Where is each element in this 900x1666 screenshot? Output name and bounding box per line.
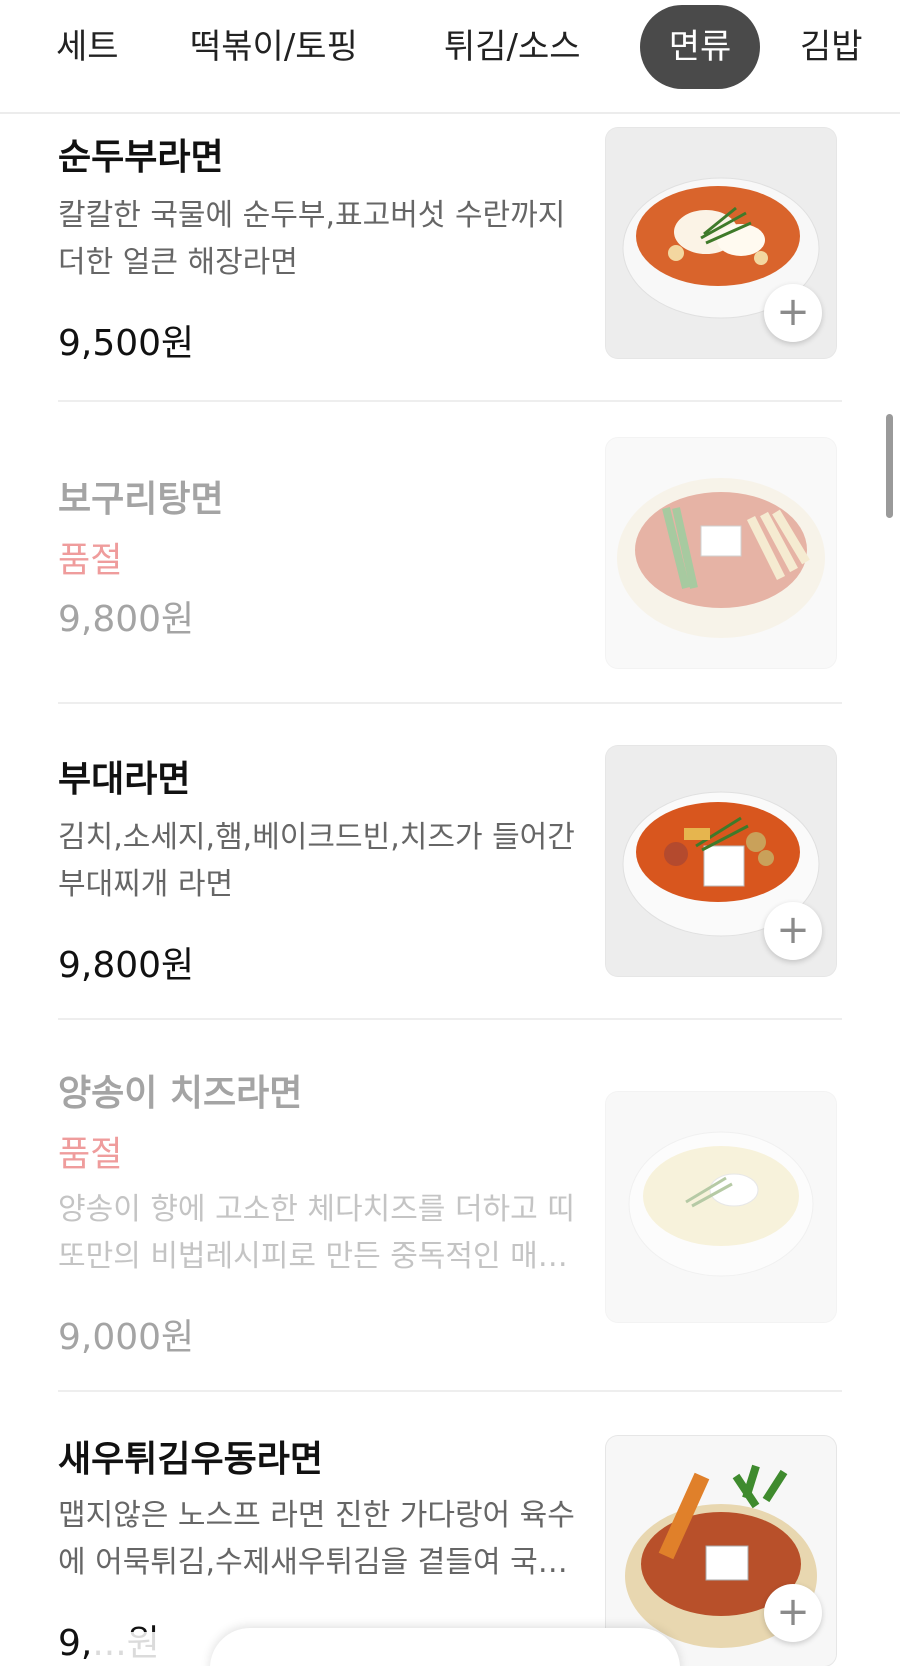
tab-noodles[interactable]: 면류: [640, 5, 760, 89]
mushroom-cheese-ramen-bowl-image[interactable]: [606, 1092, 836, 1322]
menu-item-price: 9,500원: [58, 323, 195, 364]
menu-item[interactable]: 부대라면 김치,소세지,햄,베이크드빈,치즈가 들어간 부대찌개 라면 9,80…: [58, 704, 842, 1020]
menu-item-price: 9,800원: [58, 599, 195, 640]
sundubu-ramen-bowl-image[interactable]: +: [606, 128, 836, 358]
menu-item-name: 보구리탕면: [58, 479, 224, 520]
menu-item-description: 김치,소세지,햄,베이크드빈,치즈가 들어간 부대찌개 라면: [58, 820, 575, 902]
tab-fried-sauce[interactable]: 튀김/소스: [444, 5, 581, 89]
menu-item-price: 9,800원: [58, 945, 195, 986]
menu-item-description: 칼칼한 국물에 순두부,표고버섯 수란까지 더한 얼큰 해장라면: [58, 198, 566, 280]
menu-item[interactable]: 보구리탕면 품절 9,800원: [58, 402, 842, 702]
add-to-cart-button[interactable]: +: [764, 284, 822, 342]
budae-ramen-bowl-image[interactable]: +: [606, 746, 836, 976]
category-tab-bar: 세트 떡볶이/토핑 튀김/소스 면류 김밥: [0, 0, 900, 114]
tab-tteokbokki-topping[interactable]: 떡볶이/토핑: [190, 5, 358, 89]
sold-out-label: 품절: [58, 1135, 123, 1175]
tab-gimbap[interactable]: 김밥: [800, 5, 863, 89]
menu-page: 세트 떡볶이/토핑 튀김/소스 면류 김밥 순두부라면 칼칼한 국물에 순두부,…: [0, 0, 900, 1666]
tab-set[interactable]: 세트: [56, 5, 119, 89]
menu-item-description: 맵지않은 노스프 라면 진한 가다랑어 육수에 어묵튀김,수제새우튀김을 곁들여…: [58, 1498, 575, 1580]
add-to-cart-button[interactable]: +: [764, 1584, 822, 1642]
ramen-pot-icon: [606, 438, 836, 668]
menu-item-price: 9,000원: [58, 1317, 195, 1358]
menu-item[interactable]: 순두부라면 칼칼한 국물에 순두부,표고버섯 수란까지 더한 얼큰 해장라면 9…: [58, 114, 842, 404]
boguri-tangmyeon-pot-image[interactable]: [606, 438, 836, 668]
scrollbar[interactable]: [886, 414, 893, 518]
bottom-floating-button[interactable]: [88, 1632, 208, 1666]
sold-out-label: 품절: [58, 541, 123, 581]
ramen-bowl-icon: [606, 1092, 836, 1322]
menu-item[interactable]: 양송이 치즈라면 품절 양송이 향에 고소한 체다치즈를 더하고 띠또만의 비법…: [58, 1020, 842, 1392]
add-to-cart-button[interactable]: +: [764, 902, 822, 960]
menu-item-name: 양송이 치즈라면: [58, 1073, 303, 1114]
menu-item-name: 순두부라면: [58, 137, 224, 178]
menu-item-name: 새우튀김우동라면: [58, 1439, 323, 1480]
menu-item[interactable]: 새우튀김우동라면 맵지않은 노스프 라면 진한 가다랑어 육수에 어묵튀김,수제…: [58, 1392, 842, 1666]
bottom-floating-bar[interactable]: [210, 1628, 680, 1666]
menu-item-description: 양송이 향에 고소한 체다치즈를 더하고 띠또만의 비법레시피로 만든 중독적인…: [58, 1192, 575, 1274]
menu-item-name: 부대라면: [58, 759, 191, 800]
